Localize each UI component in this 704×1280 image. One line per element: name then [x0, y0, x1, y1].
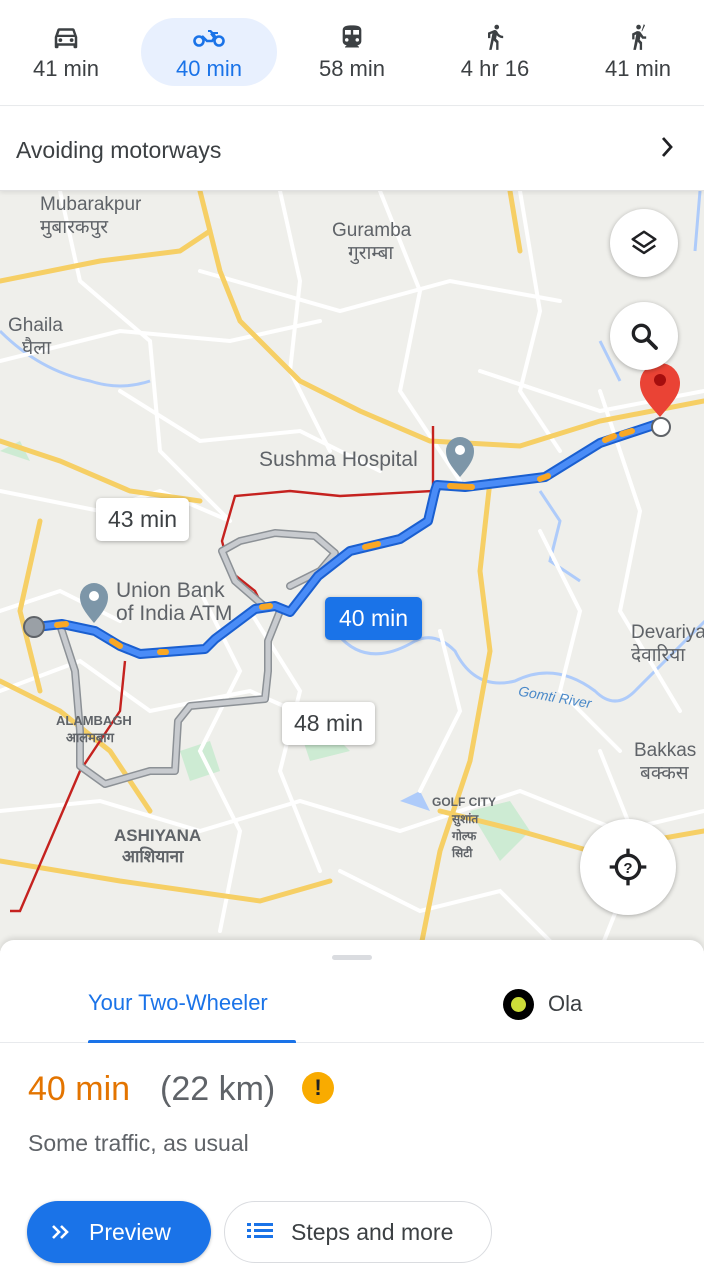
- mode-tab-two-wheeler[interactable]: 40 min: [141, 18, 277, 86]
- warning-icon[interactable]: !: [302, 1072, 334, 1104]
- mode-car-time: 41 min: [32, 56, 100, 81]
- steps-and-more-button[interactable]: Steps and more: [224, 1201, 492, 1263]
- place-bakkas: Bakkas बक्कस: [634, 740, 697, 784]
- mode-tab-car[interactable]: 41 min: [0, 18, 134, 86]
- ride-hail-icon: [570, 22, 704, 54]
- mode-tab-transit[interactable]: 58 min: [284, 18, 420, 86]
- motorbike-icon: [141, 22, 277, 54]
- place-guramba: Guramba गुराम्बा: [332, 220, 412, 264]
- place-devariya: Devariya देवारिया: [631, 622, 704, 666]
- mode-walk-time: 4 hr 16: [460, 56, 530, 81]
- route-options-bar[interactable]: Avoiding motorways: [0, 107, 704, 191]
- active-tab-indicator: [88, 1040, 296, 1043]
- main-route-40-label[interactable]: 40 min: [325, 597, 423, 640]
- my-location-button[interactable]: ?: [580, 819, 676, 915]
- car-icon: [0, 22, 134, 54]
- search-along-route-button[interactable]: [610, 302, 678, 370]
- train-icon: [284, 22, 420, 54]
- route-distance: (22 km): [160, 1070, 276, 1108]
- hospital-pin-icon[interactable]: [446, 437, 474, 477]
- list-icon: [247, 1219, 273, 1246]
- place-ghaila: Ghaila घैला: [8, 315, 63, 359]
- mode-two-wheeler-time: 40 min: [175, 56, 243, 81]
- mode-tab-ride-hail[interactable]: 41 min: [570, 18, 704, 86]
- map-lake: [400, 791, 430, 811]
- route-duration: 40 min: [28, 1070, 131, 1108]
- svg-text:?: ?: [623, 860, 632, 877]
- origin-marker[interactable]: [23, 616, 45, 638]
- traffic-note: Some traffic, as usual: [28, 1130, 249, 1156]
- sheet-drag-handle[interactable]: [332, 955, 372, 960]
- preview-label: Preview: [89, 1218, 171, 1245]
- tab-ola-label: Ola: [548, 991, 583, 1016]
- double-chevron-icon: [51, 1219, 71, 1246]
- tab-ola[interactable]: Ola: [503, 986, 582, 1022]
- mode-tab-walk[interactable]: 4 hr 16: [427, 18, 563, 86]
- provider-tabs: Your Two-Wheeler Ola: [0, 978, 704, 1043]
- preview-button[interactable]: Preview: [27, 1201, 211, 1263]
- ola-logo-icon: [503, 988, 534, 1020]
- walk-icon: [427, 22, 563, 54]
- route-details-sheet: Your Two-Wheeler Ola 40 min (22 km) ! So…: [0, 940, 704, 1280]
- layers-button[interactable]: [610, 209, 678, 277]
- place-mubarakpur: Mubarakpur मुबारकपुर: [40, 194, 142, 238]
- travel-mode-tabs: 41 min 40 min 58 min 4 hr 16 41 min: [0, 0, 704, 106]
- mode-transit-time: 58 min: [318, 56, 386, 81]
- alt-route-43-label[interactable]: 43 min: [96, 498, 190, 541]
- chevron-right-icon: [660, 135, 674, 164]
- place-alambagh: ALAMBAGH आलमबाग: [56, 713, 132, 745]
- mode-ride-hail-time: 41 min: [604, 56, 672, 81]
- map-view[interactable]: Mubarakpur मुबारकपुर Guramba गुराम्बा Ghai…: [0, 191, 704, 951]
- place-ashiyana: ASHIYANA आशियाना: [114, 826, 202, 866]
- atm-pin-icon[interactable]: [80, 583, 108, 623]
- place-union-bank-atm[interactable]: Union Bank of India ATM: [116, 579, 232, 625]
- avoid-motorways-text: Avoiding motorways: [16, 137, 222, 163]
- place-sushma-hospital[interactable]: Sushma Hospital: [259, 448, 418, 471]
- place-golf-city: GOLF CITY सुशांत गोल्फ सिटी: [432, 795, 496, 860]
- alt-route-48-label[interactable]: 48 min: [282, 702, 376, 745]
- tab-your-two-wheeler[interactable]: Your Two-Wheeler: [88, 990, 268, 1016]
- steps-label: Steps and more: [291, 1218, 454, 1245]
